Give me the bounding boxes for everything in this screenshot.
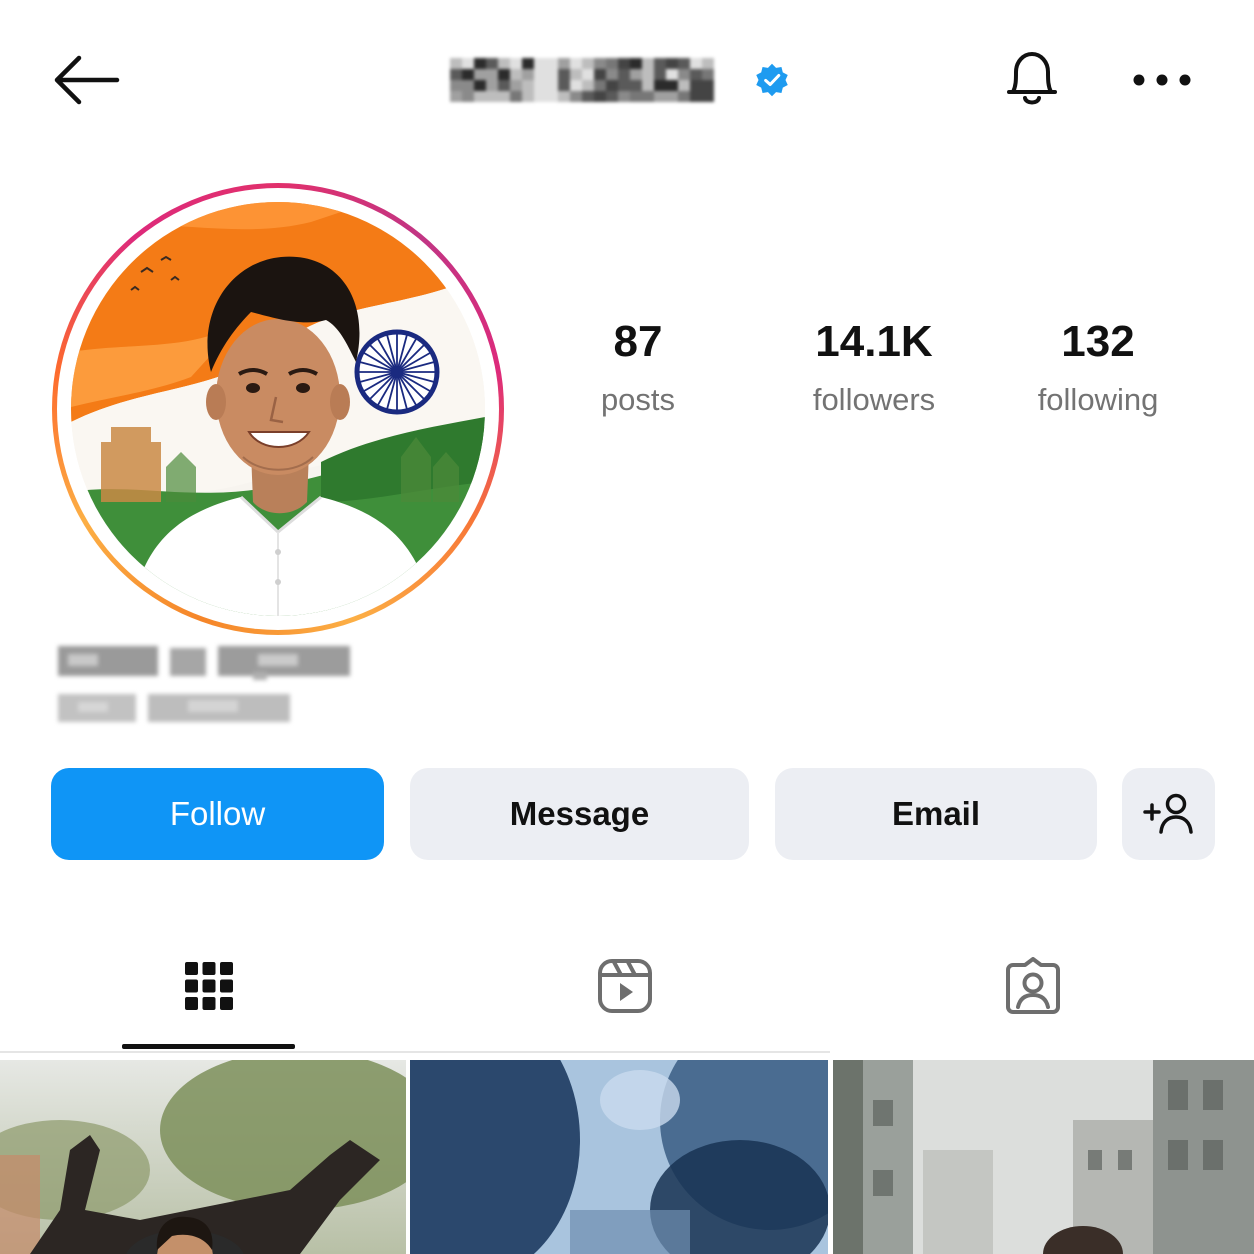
- tagged-icon: [1006, 957, 1060, 1014]
- active-tab-indicator: [122, 1044, 295, 1049]
- message-button[interactable]: Message: [410, 768, 749, 860]
- follow-label: Follow: [169, 795, 266, 832]
- posts-count[interactable]: 87 posts: [528, 312, 748, 428]
- profile-avatar[interactable]: [52, 183, 504, 635]
- tab-divider: [0, 1051, 830, 1053]
- tab-reels[interactable]: [540, 938, 710, 1034]
- stat-label: posts: [600, 382, 676, 417]
- stat-value: 14.1K: [815, 317, 933, 366]
- suggested-users-button[interactable]: [1122, 768, 1215, 860]
- reels-icon: [598, 959, 652, 1013]
- avatar-photo: [71, 202, 485, 616]
- message-label: Message: [509, 795, 650, 832]
- username-header[interactable]: [450, 54, 790, 106]
- tab-posts-grid[interactable]: [122, 938, 295, 1034]
- following-count[interactable]: 132 following: [988, 312, 1208, 428]
- more-horizontal-icon: [1133, 74, 1191, 86]
- verified-badge-icon: [756, 63, 788, 97]
- post-thumbnail[interactable]: [410, 1060, 828, 1254]
- back-button[interactable]: [44, 44, 128, 116]
- notifications-button[interactable]: [996, 40, 1068, 116]
- followers-count[interactable]: 14.1K followers: [764, 312, 984, 428]
- stat-label: following: [1037, 382, 1159, 417]
- stat-value: 87: [613, 317, 663, 366]
- username-pixelated: [450, 58, 714, 102]
- tab-tagged[interactable]: [948, 938, 1118, 1034]
- stat-value: 132: [1061, 317, 1135, 366]
- post-thumbnail[interactable]: [833, 1060, 1254, 1254]
- grid-icon: [184, 962, 233, 1010]
- post-thumbnail[interactable]: [0, 1060, 406, 1254]
- follow-button[interactable]: Follow: [51, 768, 384, 860]
- more-options-button[interactable]: [1124, 52, 1200, 108]
- email-button[interactable]: Email: [775, 768, 1097, 860]
- category-blurred: [58, 690, 290, 726]
- bell-icon: [1007, 52, 1057, 105]
- display-name-blurred: [58, 642, 350, 680]
- arrow-left-icon: [54, 55, 120, 105]
- stat-label: followers: [812, 382, 936, 417]
- email-label: Email: [891, 795, 981, 832]
- add-person-icon: [1142, 793, 1193, 834]
